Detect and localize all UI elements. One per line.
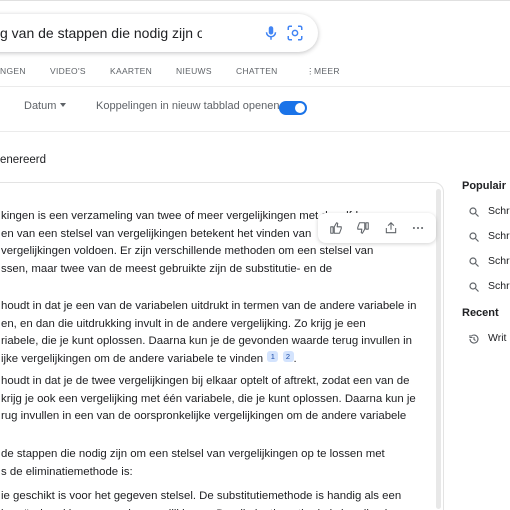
substitution-text: houdt in dat je een van de variabelen ui…	[1, 300, 417, 365]
right-sidebar: Populair Schr Schr Schr Schr Recent Writ	[462, 0, 510, 510]
search-icon	[469, 232, 479, 242]
history-icon	[469, 334, 479, 344]
thumbs-down-icon[interactable]	[354, 219, 372, 237]
popular-item-label: Schr	[488, 280, 510, 292]
search-bar[interactable]: g van de stappen die nodig zijn om een s…	[0, 14, 318, 52]
search-nav-tabs: NGEN VIDEO'S KAARTEN NIEUWS CHATTEN ⋮ ME…	[0, 66, 510, 80]
tab-chatten[interactable]: CHATTEN	[236, 66, 278, 76]
new-tab-toggle[interactable]	[279, 101, 307, 115]
ai-paragraph-steps: de stappen die nodig zijn om een stelsel…	[1, 448, 385, 478]
popular-item-label: Schr	[488, 255, 510, 267]
feedback-toolbar	[318, 213, 436, 243]
search-tools-row: Datum Koppelingen in nieuw tabblad opene…	[0, 100, 510, 116]
camera-search-icon[interactable]	[286, 24, 304, 42]
search-input[interactable]: g van de stappen die nodig zijn om een s…	[0, 25, 202, 41]
ai-paragraph-substitution: houdt in dat je een van de variabelen ui…	[1, 298, 443, 368]
popular-item-label: Schr	[488, 230, 510, 242]
popular-heading: Populair	[462, 180, 507, 192]
search-icon	[469, 257, 479, 267]
tab-nieuws[interactable]: NIEUWS	[176, 66, 212, 76]
popular-item-label: Schr	[488, 205, 510, 217]
search-icon	[469, 282, 479, 292]
recent-item-label: Writ	[488, 332, 507, 344]
ai-paragraph-elimination: houdt in dat je de twee vergelijkingen b…	[1, 375, 416, 422]
ai-generated-heading: enereerd	[0, 154, 47, 166]
tab-meer[interactable]: MEER	[314, 66, 340, 76]
nav-divider	[0, 86, 510, 87]
tab-kaarten[interactable]: KAARTEN	[110, 66, 152, 76]
sentence-end: .	[293, 352, 297, 365]
chevron-down-icon[interactable]	[60, 103, 66, 107]
top-divider	[0, 0, 510, 1]
new-tab-label: Koppelingen in nieuw tabblad openen	[96, 100, 280, 112]
tab-videos[interactable]: VIDEO'S	[50, 66, 86, 76]
citation-badge[interactable]: 1	[267, 350, 279, 362]
thumbs-up-icon[interactable]	[327, 219, 345, 237]
recent-heading: Recent	[462, 307, 499, 319]
microphone-icon[interactable]	[262, 24, 280, 42]
share-icon[interactable]	[382, 219, 400, 237]
ai-paragraph-method-choice: ie geschikt is voor het gegeven stelsel.…	[1, 490, 402, 510]
tools-divider	[0, 131, 510, 132]
more-options-icon[interactable]	[409, 219, 427, 237]
search-icon	[469, 207, 479, 217]
date-filter[interactable]: Datum	[24, 100, 56, 112]
tab-afbeeldingen[interactable]: NGEN	[0, 66, 26, 76]
citation-badge[interactable]: 2	[282, 350, 294, 362]
